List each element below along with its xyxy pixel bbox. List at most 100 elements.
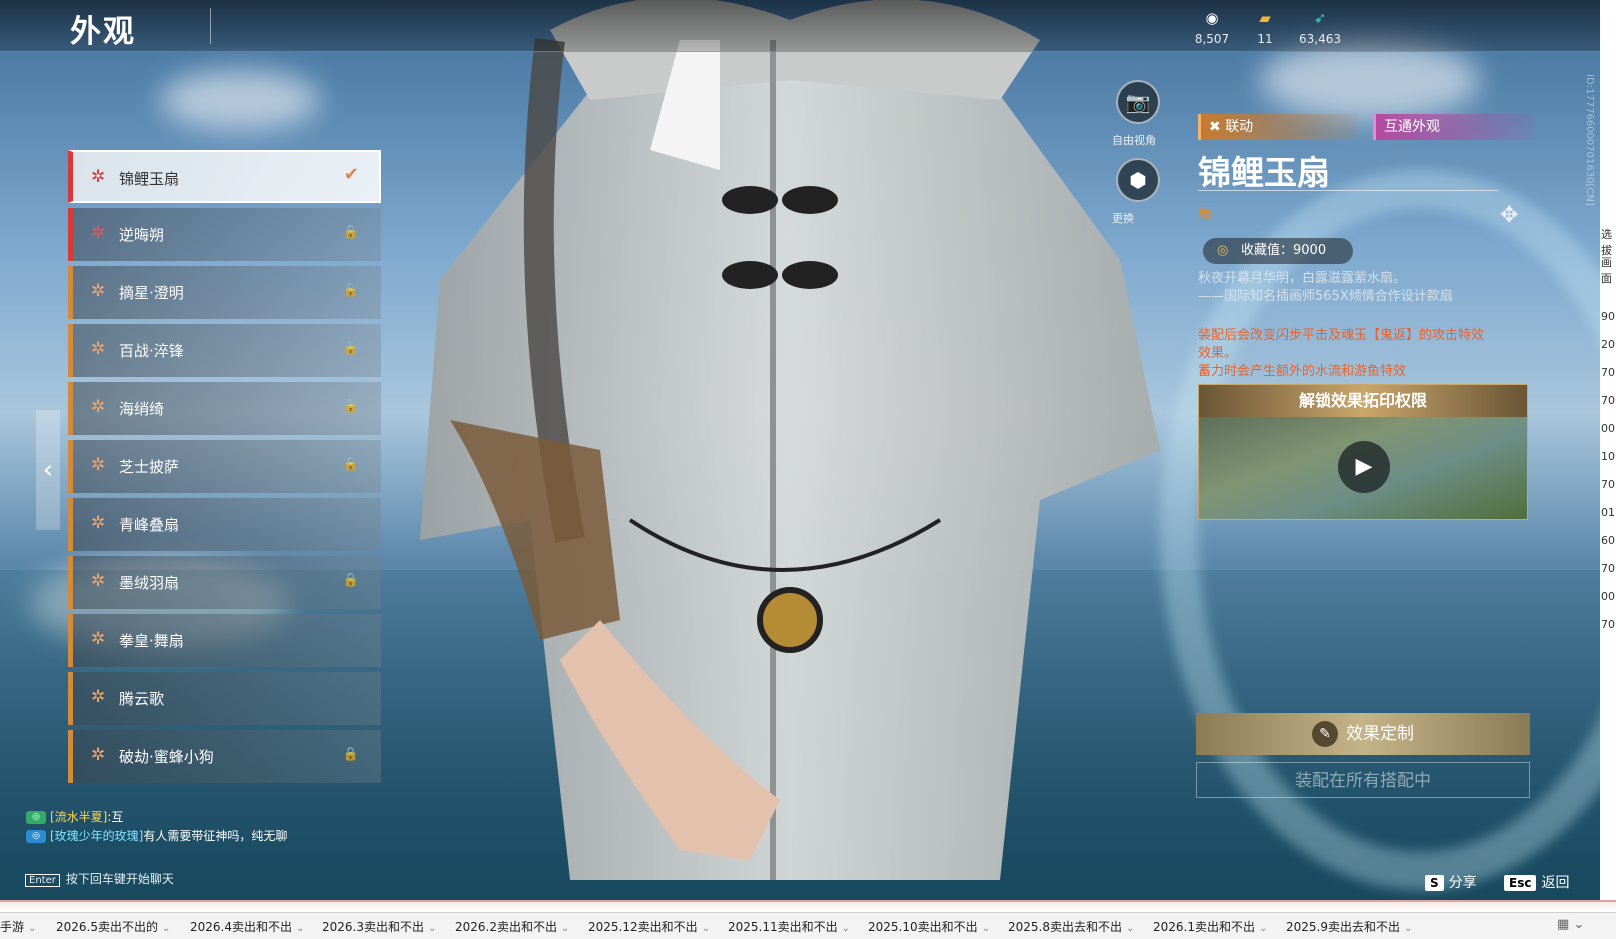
sheet-tab[interactable]: 2025.12卖出和不出 ⌄ (588, 918, 710, 935)
chat-sender[interactable]: [玫瑰少年的玫瑰] (50, 829, 143, 843)
collapse-arrow-button[interactable]: ‹ (36, 410, 60, 530)
check-icon: ✔ (343, 164, 359, 185)
chat-hint-text: 按下回车键开始聊天 (65, 872, 174, 886)
list-item[interactable]: ✲ 锦鲤玉扇 ✔ (68, 150, 381, 203)
sheet-tab[interactable]: 2026.1卖出和不出 ⌄ (1153, 918, 1267, 935)
tag-linkage: ✖ 联动 (1198, 114, 1358, 140)
chat-line: ◎ [流水半夏]:互 (26, 808, 306, 827)
enter-key-icon: Enter (25, 874, 60, 887)
item-description: ——国际知名插画师565X倾情合作设计款扇 (1198, 289, 1453, 304)
rarity-star-icon: ✲ (91, 687, 106, 707)
rarity-star-icon: ✲ (91, 629, 106, 649)
lock-icon: 🔒 (342, 283, 359, 298)
sheet-cell: 90 (1601, 310, 1615, 323)
list-item[interactable]: ✲ 腾云歌 (68, 672, 381, 725)
sheet-cell: 画面 (1601, 256, 1612, 285)
list-item-label: 拳皇·舞扇 (119, 632, 184, 650)
unlock-effect-card[interactable]: 解锁效果拓印权限 ▶ (1198, 384, 1528, 520)
jade-icon: ◉ (1205, 9, 1219, 27)
rarity-star-icon: ✲ (91, 167, 106, 187)
chat-hint[interactable]: Enter 按下回车键开始聊天 (25, 870, 174, 887)
tag-linkage-label: 联动 (1225, 119, 1254, 135)
equip-all-button[interactable]: 装配在所有搭配中 (1196, 762, 1530, 798)
chevron-left-icon: ‹ (42, 455, 54, 485)
grid-view-icon[interactable]: ▦ ⌄ (1557, 917, 1584, 932)
sheet-tab-label: 2026.1卖出和不出 (1153, 920, 1255, 934)
list-item[interactable]: ✲ 墨绒羽扇 🔒 (68, 556, 381, 609)
item-effect-description: 效果。 (1198, 346, 1238, 361)
swap-button[interactable]: ⬢ (1116, 158, 1160, 202)
sheet-tab[interactable]: 2025.9卖出去和不出 ⌄ (1286, 918, 1412, 935)
sheet-selection-border (0, 900, 1616, 912)
sheet-tab-label: 2025.8卖出去和不出 (1008, 920, 1122, 934)
coin-icon: ◎ (1217, 243, 1229, 258)
sheet-cell: 选拔 (1601, 228, 1612, 257)
play-icon[interactable]: ▶ (1338, 441, 1390, 493)
sheet-tab-label: 2025.12卖出和不出 (588, 920, 698, 934)
sheet-tab[interactable]: 2026.4卖出和不出 ⌄ (190, 918, 304, 935)
list-item[interactable]: ✲ 百战·淬锋 🔒 (68, 324, 381, 377)
sheet-tab[interactable]: 2026.5卖出不出的 ⌄ (56, 918, 170, 935)
item-title: 锦鲤玉扇 (1198, 153, 1330, 192)
sheet-tab[interactable]: 2025.11卖出和不出 ⌄ (728, 918, 850, 935)
list-item[interactable]: ✲ 摘星·澄明 🔒 (68, 266, 381, 319)
list-item-label: 锦鲤玉扇 (119, 170, 180, 188)
list-item-label: 破劫·蜜蜂小狗 (119, 748, 214, 766)
list-item-label: 青峰叠扇 (119, 516, 180, 534)
effect-preview-video[interactable]: ▶ (1199, 417, 1527, 519)
list-item[interactable]: ✲ 青峰叠扇 (68, 498, 381, 551)
sheet-tab[interactable]: 2025.8卖出去和不出 ⌄ (1008, 918, 1134, 935)
sheet-tab[interactable]: 2026.3卖出和不出 ⌄ (322, 918, 436, 935)
chevron-down-icon: ⌄ (296, 923, 305, 934)
currency-jade-value: 8,507 (1194, 32, 1230, 46)
chat-message: 有人需要带征神吗，纯无聊 (143, 829, 288, 843)
list-item[interactable]: ✲ 芝士披萨 🔒 (68, 440, 381, 493)
sheet-tab[interactable]: 2025.10卖出和不出 ⌄ (868, 918, 990, 935)
sheet-cell: 60 (1601, 534, 1615, 547)
chat-box[interactable]: ◎ [流水半夏]:互 ◎ [玫瑰少年的玫瑰]有人需要带征神吗，纯无聊 (26, 808, 306, 846)
sheet-cell: 00 (1601, 422, 1615, 435)
list-item-label: 腾云歌 (119, 690, 165, 708)
currency-ticket[interactable]: ▰ 11 (1235, 8, 1295, 47)
game-viewport: 外观 ◉ 8,507 ▰ 11 ➶ 63,463 ‹ ✲ 锦鲤玉扇 ✔ ✲ 逆晦… (0, 0, 1600, 900)
channel-badge-icon: ◎ (26, 830, 46, 843)
back-label: 返回 (1541, 875, 1570, 891)
chevron-down-icon: ⌄ (701, 923, 711, 934)
sheet-cell: 70 (1601, 478, 1615, 491)
list-item[interactable]: ✲ 海绡绮 🔒 (68, 382, 381, 435)
move-arrows-icon[interactable]: ✥ (1500, 203, 1518, 228)
currency-feather-value: 63,463 (1299, 32, 1341, 46)
currency-ticket-value: 11 (1257, 32, 1273, 46)
chevron-down-icon: ⌄ (428, 923, 437, 934)
currency-feather[interactable]: ➶ 63,463 (1290, 8, 1350, 47)
rarity-star-icon: ✲ (91, 339, 106, 359)
back-hotkey[interactable]: Esc 返回 (1504, 872, 1569, 892)
sky-cloud (1260, 40, 1480, 120)
chat-message: :互 (107, 810, 124, 824)
camera-button[interactable]: 📷 (1116, 80, 1160, 124)
list-item[interactable]: ✲ 逆晦朔 🔒 (68, 208, 381, 261)
list-item[interactable]: ✲ 破劫·蜜蜂小狗 🔒 (68, 730, 381, 783)
title-divider (1198, 190, 1498, 191)
lock-icon: 🔒 (342, 457, 359, 472)
sheet-tab[interactable]: 2026.2卖出和不出 ⌄ (455, 918, 569, 935)
player-id: ID:177766000701630[CN] (1584, 74, 1595, 206)
chat-sender[interactable]: [流水半夏] (50, 810, 107, 824)
currency-jade[interactable]: ◉ 8,507 (1182, 8, 1242, 47)
top-bar: 外观 ◉ 8,507 ▰ 11 ➶ 63,463 (0, 0, 1600, 52)
sheet-cell: 70 (1601, 394, 1615, 407)
rarity-star-icon: ✲ (91, 455, 106, 475)
effect-customize-button[interactable]: ✎ 效果定制 (1196, 713, 1530, 755)
item-type: 扇 (1198, 206, 1212, 222)
sky-cloud (160, 70, 320, 130)
sheet-tab[interactable]: 手游 ⌄ (0, 918, 36, 935)
list-item-label: 百战·淬锋 (119, 342, 184, 360)
feather-icon: ➶ (1313, 9, 1327, 27)
share-hotkey[interactable]: S 分享 (1425, 872, 1477, 892)
camera-icon: 📷 (1125, 90, 1151, 114)
rarity-star-icon: ✲ (91, 571, 106, 591)
lock-icon: 🔒 (342, 573, 359, 588)
unlock-effect-title: 解锁效果拓印权限 (1199, 385, 1527, 417)
list-item[interactable]: ✲ 拳皇·舞扇 (68, 614, 381, 667)
list-item-label: 逆晦朔 (119, 226, 165, 244)
